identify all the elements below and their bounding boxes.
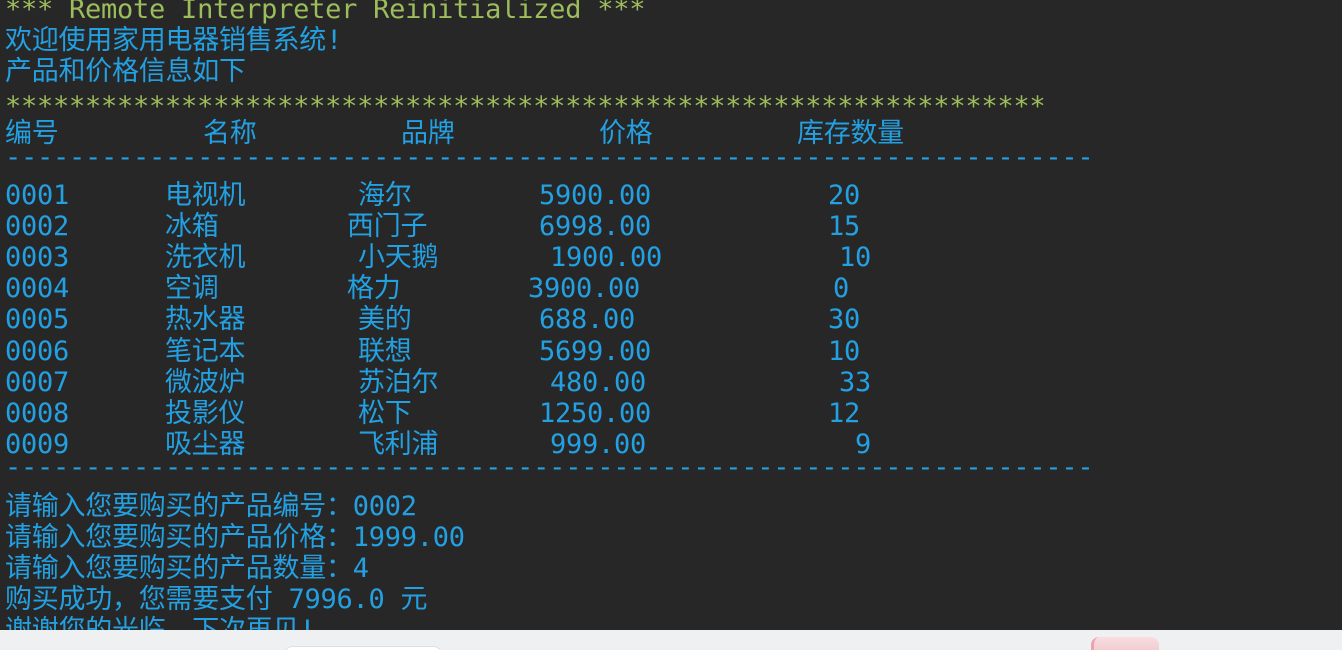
cell-id: 0002 (5, 211, 70, 242)
cell-brand: 西门子 (347, 211, 428, 242)
cell-stock: 15 (828, 211, 861, 242)
cell-brand: 美的 (358, 304, 412, 335)
cell-stock: 12 (828, 398, 861, 429)
farewell-line: 谢谢您的光临，下次再见! (5, 615, 316, 630)
prompt-label: 请输入您要购买的产品编号： (5, 491, 353, 522)
cell-id: 0007 (5, 367, 70, 398)
table-divider-bottom: ----------------------------------------… (5, 452, 1094, 483)
product-row: 0008 投影仪 松下 1250.00 12 (0, 398, 1342, 429)
cell-name: 洗衣机 (165, 242, 246, 273)
prompt-code-line: 请输入您要购买的产品编号：0002 (5, 491, 417, 522)
cell-stock: 0 (833, 273, 850, 304)
product-row: 0004 空调 格力 3900.00 0 (0, 273, 1342, 304)
product-row: 0002 冰箱 西门子 6998.00 15 (0, 211, 1342, 242)
cell-brand: 松下 (358, 398, 412, 429)
cell-price: 1250.00 (539, 398, 652, 429)
cell-price: 480.00 (550, 367, 647, 398)
cell-name: 热水器 (165, 304, 246, 335)
cell-id: 0006 (5, 336, 70, 367)
product-row: 0001 电视机 海尔 5900.00 20 (0, 180, 1342, 211)
cell-stock: 20 (828, 180, 861, 211)
intro-line: 产品和价格信息如下 (5, 56, 246, 87)
welcome-line: 欢迎使用家用电器销售系统! (5, 25, 343, 56)
cell-stock: 10 (828, 336, 861, 367)
product-row: 0007 微波炉 苏泊尔 480.00 33 (0, 367, 1342, 398)
cell-price: 688.00 (539, 304, 636, 335)
input-value-quantity: 4 (352, 553, 369, 584)
product-row: 0006 笔记本 联想 5699.00 10 (0, 336, 1342, 367)
bottom-panel-pill[interactable] (283, 646, 443, 650)
prompt-price-line: 请输入您要购买的产品价格：1999.00 (5, 522, 465, 553)
cell-brand: 海尔 (358, 180, 412, 211)
cell-name: 笔记本 (165, 336, 246, 367)
product-row: 0005 热水器 美的 688.00 30 (0, 304, 1342, 335)
prompt-label: 请输入您要购买的产品数量： (5, 553, 353, 584)
input-value-code: 0002 (352, 491, 417, 522)
banner-line: *** Remote Interpreter Reinitialized *** (5, 0, 646, 25)
table-divider-top: ----------------------------------------… (5, 142, 1094, 173)
cell-name: 微波炉 (165, 367, 246, 398)
cell-id: 0001 (5, 180, 70, 211)
console-output[interactable]: *** Remote Interpreter Reinitialized ***… (0, 0, 1342, 630)
cell-price: 1900.00 (550, 242, 663, 273)
cell-brand: 联想 (358, 336, 412, 367)
cell-stock: 33 (839, 367, 872, 398)
cell-id: 0005 (5, 304, 70, 335)
cell-name: 投影仪 (165, 398, 246, 429)
cell-id: 0003 (5, 242, 70, 273)
cell-name: 空调 (165, 273, 219, 304)
cell-id: 0008 (5, 398, 70, 429)
cell-name: 冰箱 (165, 211, 219, 242)
cell-brand: 小天鹅 (358, 242, 439, 273)
cell-brand: 苏泊尔 (358, 367, 439, 398)
cell-price: 5699.00 (539, 336, 652, 367)
cell-price: 5900.00 (539, 180, 652, 211)
cell-price: 3900.00 (528, 273, 641, 304)
purchase-result-line: 购买成功，您需要支付 7996.0 元 (5, 584, 428, 615)
prompt-quantity-line: 请输入您要购买的产品数量：4 (5, 553, 369, 584)
cell-id: 0004 (5, 273, 70, 304)
cell-name: 电视机 (165, 180, 246, 211)
cell-brand: 格力 (347, 273, 401, 304)
input-value-price: 1999.00 (352, 522, 465, 553)
cell-stock: 10 (839, 242, 872, 273)
cell-price: 6998.00 (539, 211, 652, 242)
bottom-panel (0, 630, 1342, 650)
cell-stock: 30 (828, 304, 861, 335)
product-row: 0003 洗衣机 小天鹅 1900.00 10 (0, 242, 1342, 273)
bottom-panel-badge[interactable] (1091, 637, 1159, 650)
prompt-label: 请输入您要购买的产品价格： (5, 522, 353, 553)
